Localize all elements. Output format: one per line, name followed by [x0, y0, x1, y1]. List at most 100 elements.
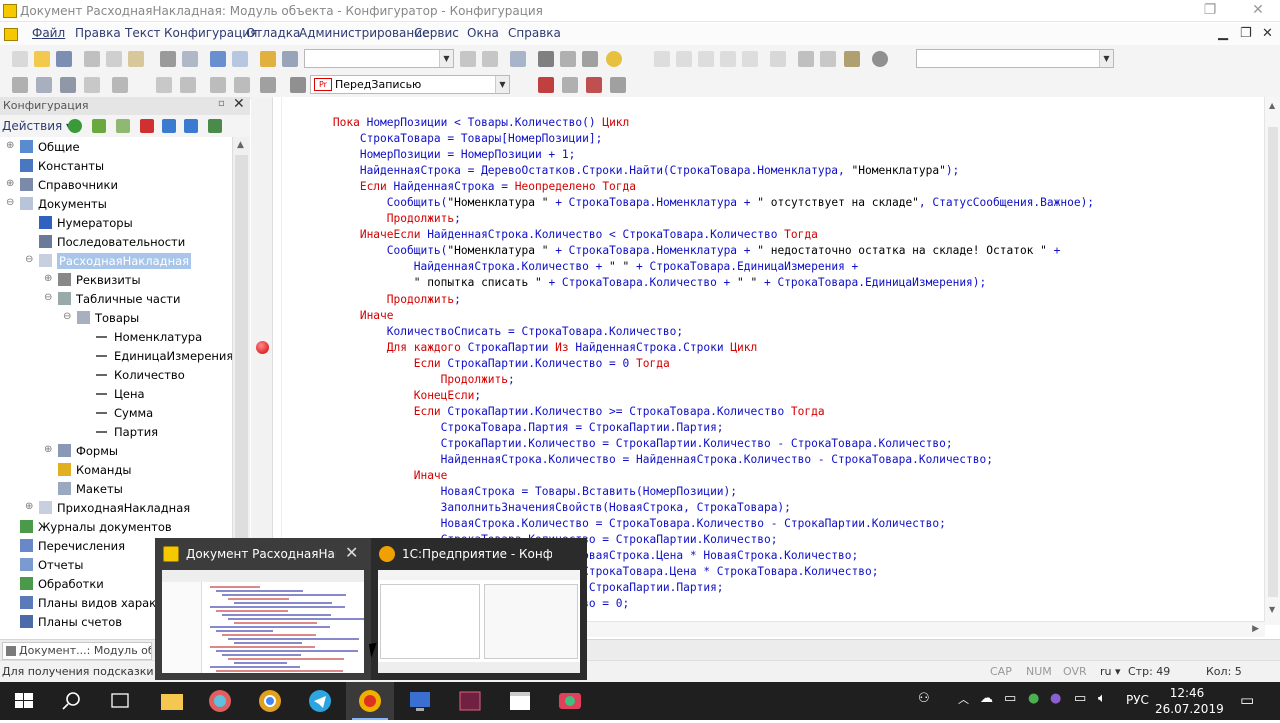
- copy-icon[interactable]: [106, 51, 122, 67]
- scroll-up-icon[interactable]: ▲: [237, 140, 244, 150]
- menu-edit[interactable]: Правка: [75, 26, 121, 40]
- code-line[interactable]: НайденнаяСтрока = ДеревоОстатков.Строки.…: [279, 163, 1269, 179]
- code-line[interactable]: СтрокаТовара.Партия = СтрокаПартии.Парти…: [279, 420, 1269, 436]
- module-db-icon[interactable]: [60, 77, 76, 93]
- close-button[interactable]: ✕: [1238, 0, 1278, 22]
- tree-node[interactable]: ⊕ ПриходнаяНакладная: [0, 498, 232, 517]
- move-up-icon[interactable]: [162, 119, 176, 133]
- search-button[interactable]: [48, 682, 96, 720]
- tree-node[interactable]: Последовательности: [0, 232, 232, 251]
- network-icon[interactable]: ▭: [1074, 691, 1086, 706]
- find-prev-icon[interactable]: [482, 51, 498, 67]
- tree-expander[interactable]: ⊕: [25, 501, 35, 512]
- expand-icon[interactable]: [770, 51, 786, 67]
- code-line[interactable]: КонецЕсли;: [279, 388, 1269, 404]
- template-icon[interactable]: [798, 51, 814, 67]
- sort-icon[interactable]: [208, 119, 222, 133]
- run-icon[interactable]: [112, 77, 128, 93]
- preview-icon[interactable]: [182, 51, 198, 67]
- add-icon[interactable]: [68, 119, 82, 133]
- tree-node[interactable]: ⊖ Документы: [0, 194, 232, 213]
- panel-close-icon[interactable]: ✕: [233, 96, 245, 112]
- tree-node[interactable]: Команды: [0, 460, 232, 479]
- actions-menu[interactable]: Действия ▾: [2, 119, 72, 133]
- video-editor-button[interactable]: [496, 682, 544, 720]
- filter-combo[interactable]: ▼: [916, 49, 1114, 68]
- code-line[interactable]: Пока НомерПозиции < Товары.Количество() …: [279, 115, 1269, 131]
- undo-icon[interactable]: [210, 51, 226, 67]
- window-icon[interactable]: [510, 51, 526, 67]
- code-line[interactable]: НоваяСтрока.Количество = СтрокаТовара.Ко…: [279, 516, 1269, 532]
- comment-icon[interactable]: [698, 51, 714, 67]
- tree-node[interactable]: ⊕ Формы: [0, 441, 232, 460]
- comment-block-icon[interactable]: [210, 77, 226, 93]
- move-down-icon[interactable]: [184, 119, 198, 133]
- cut-icon[interactable]: [84, 51, 100, 67]
- tree-node[interactable]: Константы: [0, 156, 232, 175]
- bookmark-icon[interactable]: [742, 51, 758, 67]
- thumbnail-close-icon[interactable]: ✕: [345, 543, 358, 562]
- code-line[interactable]: Иначе: [279, 308, 1269, 324]
- code-line[interactable]: Если СтрокаПартии.Количество >= СтрокаТо…: [279, 404, 1269, 420]
- thumbnail-configurator-module[interactable]: Документ РасходнаяНак... ✕: [155, 538, 371, 680]
- search-icon[interactable]: [282, 51, 298, 67]
- telegram-button[interactable]: [296, 682, 344, 720]
- debug-icon[interactable]: [562, 77, 578, 93]
- thumbnail-enterprise[interactable]: 1С:Предприятие - Конфигурац...: [371, 538, 587, 680]
- uncomment-icon[interactable]: [720, 51, 736, 67]
- 1c-taskbar-button[interactable]: [346, 682, 394, 720]
- tree-node[interactable]: ⊕ Общие: [0, 137, 232, 156]
- scroll-thumb[interactable]: [1268, 127, 1278, 597]
- tree-expander[interactable]: ⊖: [25, 254, 35, 265]
- menu-help[interactable]: Справка: [508, 26, 561, 40]
- menu-text[interactable]: Текст: [125, 26, 161, 40]
- code-line[interactable]: Иначе: [279, 468, 1269, 484]
- outdent-icon[interactable]: [676, 51, 692, 67]
- tree-expander[interactable]: ⊖: [6, 197, 16, 208]
- paste-icon[interactable]: [128, 51, 144, 67]
- restore-button[interactable]: ❐: [1190, 0, 1230, 22]
- wizard-icon[interactable]: [180, 77, 196, 93]
- code-line[interactable]: НайденнаяСтрока.Количество = НайденнаяСт…: [279, 452, 1269, 468]
- notifications-icon[interactable]: ▭: [1240, 691, 1254, 709]
- breakpoint-icon[interactable]: [538, 77, 554, 93]
- tree-expander[interactable]: ⊕: [6, 178, 16, 189]
- module-structure-icon[interactable]: [84, 77, 100, 93]
- code-line[interactable]: Продолжить;: [279, 211, 1269, 227]
- code-line[interactable]: НоваяСтрока = Товары.Вставить(НомерПозиц…: [279, 484, 1269, 500]
- tree-expander[interactable]: ⊖: [44, 292, 54, 303]
- new-doc-icon[interactable]: [12, 51, 28, 67]
- procedures-icon[interactable]: [290, 77, 306, 93]
- uncomment-block-icon[interactable]: [234, 77, 250, 93]
- tree-node[interactable]: ⊕ Справочники: [0, 175, 232, 194]
- tree-node[interactable]: Цена: [0, 384, 232, 403]
- stop-icon[interactable]: [586, 77, 602, 93]
- screen-recorder-button[interactable]: [546, 682, 594, 720]
- cloud-icon[interactable]: ☁: [980, 691, 993, 706]
- code-line[interactable]: ИначеЕсли НайденнаяСтрока.Количество < С…: [279, 227, 1269, 243]
- mdi-close-icon[interactable]: ✕: [1262, 26, 1273, 41]
- info-icon[interactable]: [606, 51, 622, 67]
- indent-icon[interactable]: [654, 51, 670, 67]
- code-line[interactable]: СтрокаПартии.Количество = СтрокаПартии.К…: [279, 436, 1269, 452]
- tree-node[interactable]: ⊖ Товары: [0, 308, 232, 327]
- tree-node[interactable]: ⊖ Табличные части: [0, 289, 232, 308]
- open-icon[interactable]: [34, 51, 50, 67]
- editor-vscrollbar[interactable]: ▲ ▼: [1264, 97, 1280, 625]
- list-icon[interactable]: [260, 77, 276, 93]
- goto-icon[interactable]: [582, 51, 598, 67]
- module-open-icon[interactable]: [36, 77, 52, 93]
- explorer-button[interactable]: [148, 682, 196, 720]
- battery-icon[interactable]: ▭: [1004, 691, 1016, 706]
- find-next-icon[interactable]: [460, 51, 476, 67]
- menu-configuration[interactable]: Конфигурация: [164, 26, 257, 40]
- code-line[interactable]: " попытка списать " + СтрокаТовара.Колич…: [279, 275, 1269, 291]
- code-line[interactable]: НайденнаяСтрока.Количество + " " + Строк…: [279, 259, 1269, 275]
- mdi-minimize-icon[interactable]: ▁: [1218, 26, 1228, 41]
- edit-icon[interactable]: [92, 119, 106, 133]
- menu-debug[interactable]: Отладка: [246, 26, 300, 40]
- media-button[interactable]: [446, 682, 494, 720]
- window-tab[interactable]: Документ...: Модуль объекта: [2, 642, 152, 660]
- tree-node[interactable]: Номенклатура: [0, 327, 232, 346]
- module-list-icon[interactable]: [12, 77, 28, 93]
